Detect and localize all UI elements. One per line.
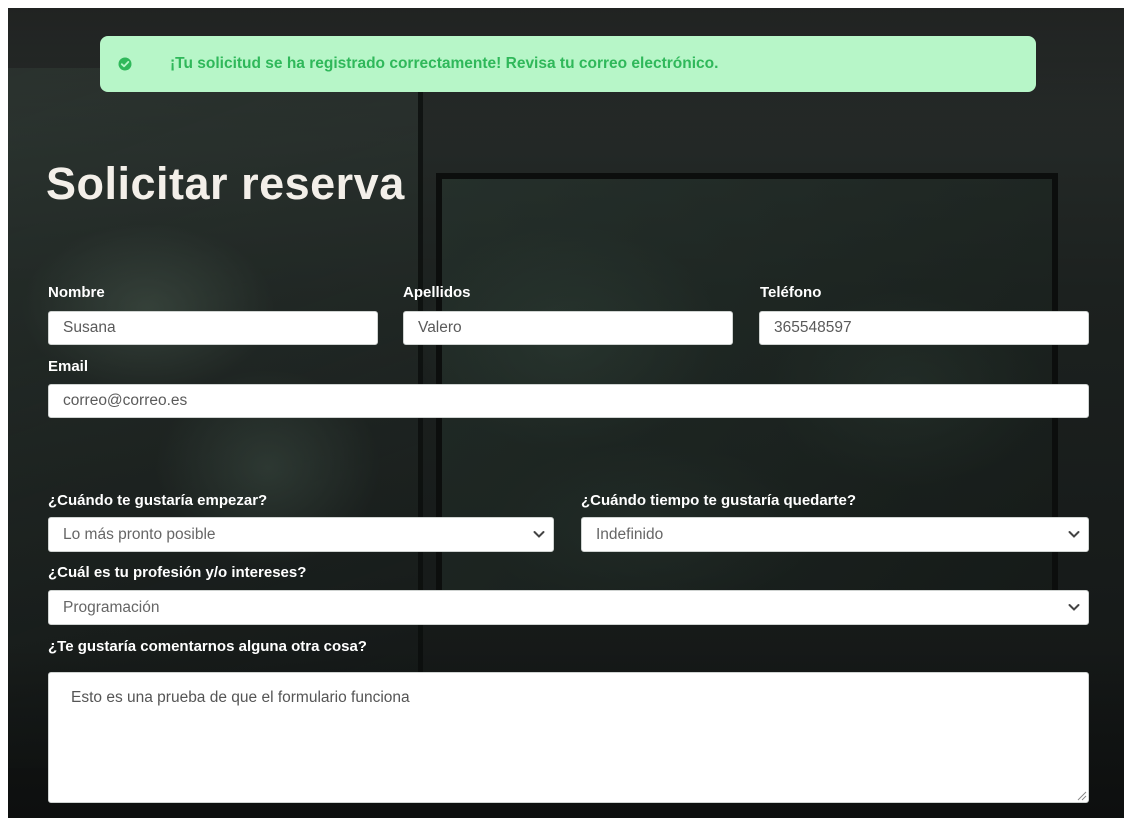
duration-select[interactable]: Indefinido (581, 517, 1089, 552)
comments-textarea[interactable]: Esto es una prueba de que el formulario … (48, 672, 1089, 803)
chevron-down-icon (1068, 604, 1080, 611)
profession-label: ¿Cuál es tu profesión y/o intereses? (48, 564, 307, 581)
nombre-input[interactable] (48, 311, 378, 345)
start-select[interactable]: Lo más pronto posible (48, 517, 554, 552)
success-alert: ¡Tu solicitud se ha registrado correctam… (100, 36, 1036, 92)
profession-select[interactable]: Programación (48, 590, 1089, 625)
start-select-value: Lo más pronto posible (63, 526, 216, 543)
email-label: Email (48, 358, 89, 375)
page-background: ¡Tu solicitud se ha registrado correctam… (8, 8, 1124, 818)
apellidos-label: Apellidos (403, 284, 471, 301)
comments-label: ¿Te gustaría comentarnos alguna otra cos… (48, 638, 367, 655)
duration-label: ¿Cuándo tiempo te gustaría quedarte? (581, 492, 857, 509)
chevron-down-icon (533, 531, 545, 538)
chevron-down-icon (1068, 531, 1080, 538)
nombre-label: Nombre (48, 284, 105, 301)
telefono-label: Teléfono (760, 284, 822, 301)
check-circle-icon (118, 57, 132, 71)
success-alert-message: ¡Tu solicitud se ha registrado correctam… (170, 55, 719, 72)
telefono-input[interactable] (759, 311, 1089, 345)
start-label: ¿Cuándo te gustaría empezar? (48, 492, 268, 509)
duration-select-value: Indefinido (596, 526, 664, 543)
profession-select-value: Programación (63, 599, 160, 616)
email-input[interactable] (48, 384, 1089, 418)
resize-handle-icon[interactable] (1076, 790, 1087, 801)
page-title: Solicitar reserva (46, 158, 405, 209)
apellidos-input[interactable] (403, 311, 733, 345)
